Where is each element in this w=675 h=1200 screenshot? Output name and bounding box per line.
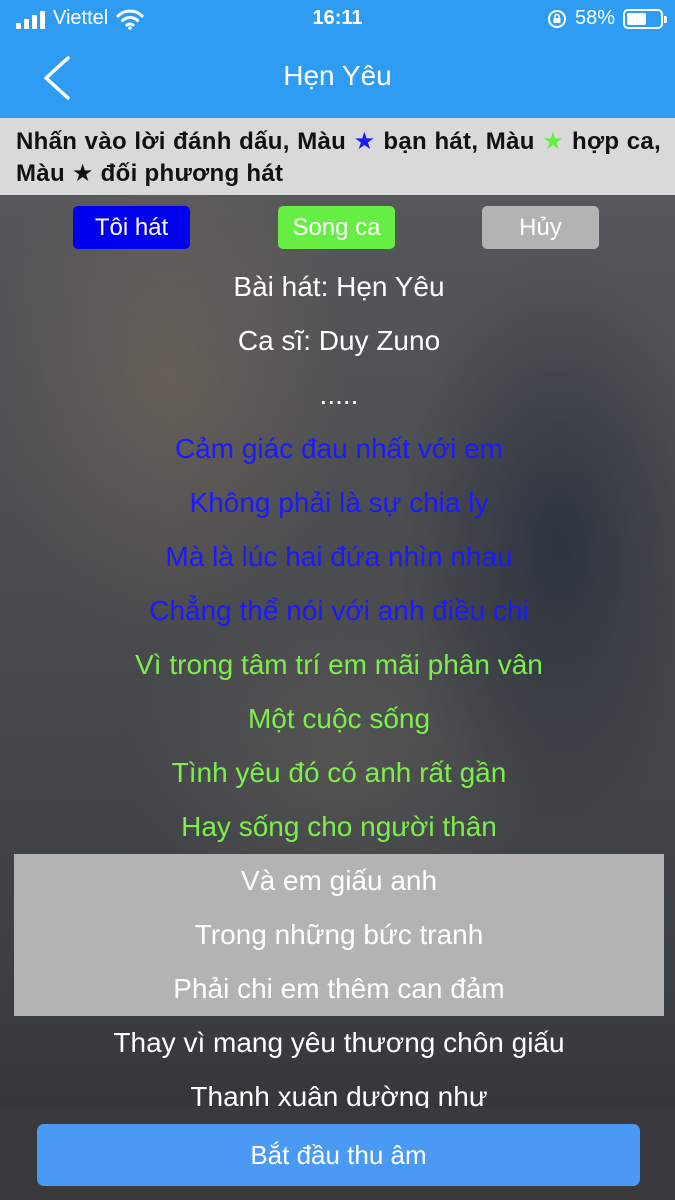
instruction-text-2: bạn hát, Màu — [383, 128, 535, 155]
star-blue-icon: ★ — [353, 128, 376, 155]
status-right: 58% — [547, 7, 667, 30]
lyric-line[interactable]: Vì trong tâm trí em mãi phân vân — [14, 638, 664, 692]
nav-bar: Hẹn Yêu — [0, 40, 675, 118]
cancel-button[interactable]: Hủy — [482, 206, 599, 249]
battery-nub — [664, 15, 667, 23]
lyric-line[interactable]: Phải chi em thêm can đảm — [14, 962, 664, 1016]
lyric-line[interactable]: Bài hát: Hẹn Yêu — [14, 260, 664, 314]
instruction-text-4: đối phương hát — [100, 160, 284, 187]
lyric-line[interactable]: Và em giấu anh — [14, 854, 664, 908]
lyric-line[interactable]: Mà là lúc hai đứa nhìn nhau — [14, 530, 664, 584]
lyric-line[interactable]: Tình yêu đó có anh rất gần — [14, 746, 664, 800]
rotation-lock-icon — [547, 9, 566, 28]
lyric-line[interactable]: Thay vì mang yêu thương chôn giấu — [14, 1016, 664, 1070]
page-title: Hẹn Yêu — [283, 60, 392, 91]
instruction-text-1: Nhấn vào lời đánh dấu, Màu — [16, 128, 347, 155]
lyric-line[interactable]: Chẳng thể nói với anh điều chi — [14, 584, 664, 638]
lyric-line[interactable]: Trong những bức tranh — [14, 908, 664, 962]
start-recording-button[interactable]: Bắt đầu thu âm — [37, 1124, 640, 1186]
battery-percent: 58% — [574, 7, 615, 29]
star-black-icon: ★ — [71, 160, 94, 187]
status-bar: Viettel 16:11 58% — [0, 0, 675, 40]
lyric-line[interactable]: Hay sống cho người thân — [14, 800, 664, 854]
lyric-line[interactable]: ..... — [14, 368, 664, 422]
lyric-line[interactable]: Một cuộc sống — [14, 692, 664, 746]
bottom-bar: Bắt đầu thu âm — [0, 1108, 675, 1200]
lyric-line[interactable]: Ca sĩ: Duy Zuno — [14, 314, 664, 368]
duet-button[interactable]: Song ca — [278, 206, 395, 249]
lyrics-list[interactable]: Bài hát: Hẹn Yêu Ca sĩ: Duy Zuno..... Cảm … — [0, 260, 675, 1108]
battery-icon — [623, 8, 667, 29]
lyric-line[interactable]: Cảm giác đau nhất với em — [14, 422, 664, 476]
me-sing-button[interactable]: Tôi hát — [73, 206, 190, 249]
lyric-line[interactable]: Thanh xuân dường như — [14, 1070, 664, 1108]
screen: Viettel 16:11 58% Hẹn Yêu Nhấn vào lời đ… — [0, 0, 675, 1200]
battery-fill — [627, 12, 646, 25]
instruction-banner: Nhấn vào lời đánh dấu, Màu ★ bạn hát, Mà… — [0, 118, 675, 195]
star-green-icon: ★ — [542, 128, 565, 155]
lyric-line[interactable]: Không phải là sự chia ly — [14, 476, 664, 530]
